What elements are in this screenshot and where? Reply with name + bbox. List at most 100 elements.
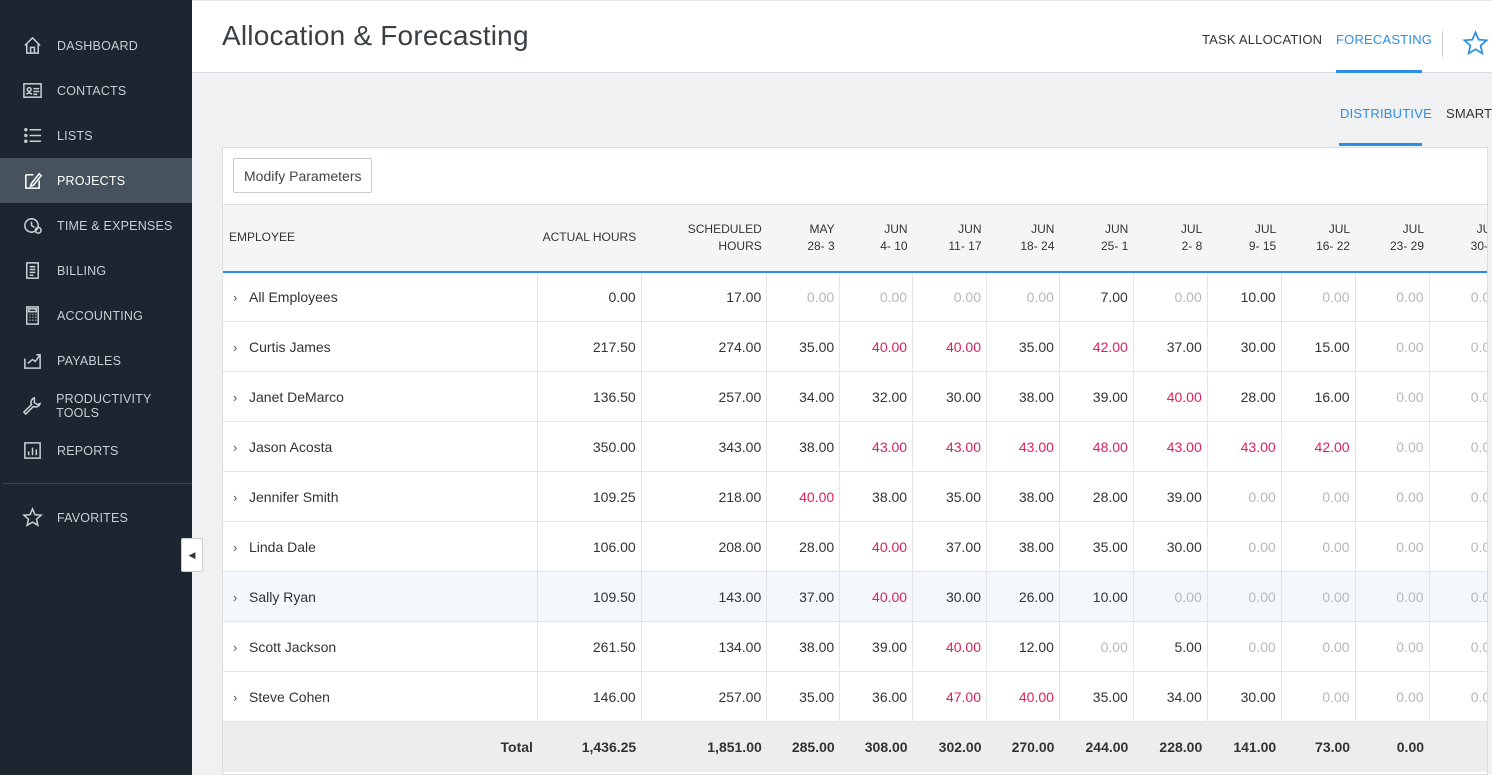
employee-cell[interactable]: › Curtis James	[223, 322, 538, 372]
week-hours-cell[interactable]: 0.00	[1354, 521, 1430, 572]
week-hours-cell[interactable]: 40.00	[839, 521, 913, 572]
week-hours-cell[interactable]: 30.00	[1132, 521, 1208, 572]
employee-cell[interactable]: › Sally Ryan	[223, 572, 538, 622]
week-hours-cell[interactable]: 35.00	[766, 671, 840, 722]
sidebar-item-reports[interactable]: REPORTS	[0, 428, 192, 473]
table-row[interactable]: › All Employees 0.00 17.00 0.00 0.00 0.00 0.00 7…	[223, 271, 1487, 322]
week-hours-cell[interactable]: 36.00	[839, 671, 913, 722]
week-hours-cell[interactable]: 0.00	[1280, 271, 1356, 322]
column-header-actual-hours[interactable]: ACTUAL HOURS	[538, 205, 641, 272]
employee-cell[interactable]: › Jason Acosta	[223, 422, 538, 472]
week-hours-cell[interactable]: 39.00	[1058, 371, 1134, 422]
week-hours-cell[interactable]: 0.00	[1280, 621, 1356, 672]
week-hours-cell[interactable]: 0.00	[1428, 371, 1487, 422]
chevron-right-icon[interactable]: ›	[233, 340, 249, 355]
week-hours-cell[interactable]: 0.00	[1280, 521, 1356, 572]
week-hours-cell[interactable]: 48.00	[1058, 421, 1134, 472]
week-hours-cell[interactable]: 0.00	[1132, 571, 1208, 622]
week-hours-cell[interactable]: 40.00	[1132, 371, 1208, 422]
week-hours-cell[interactable]: 47.00	[912, 671, 987, 722]
week-hours-cell[interactable]: 0.00	[1206, 471, 1282, 522]
employee-cell[interactable]: › Jennifer Smith	[223, 472, 538, 522]
week-hours-cell[interactable]: 38.00	[766, 621, 840, 672]
week-hours-cell[interactable]: 38.00	[986, 371, 1060, 422]
week-hours-cell[interactable]: 43.00	[912, 421, 987, 472]
table-row[interactable]: › Jennifer Smith 109.25 218.00 40.00 38.00 35.…	[223, 471, 1487, 522]
employee-cell[interactable]: › Steve Cohen	[223, 672, 538, 722]
week-hours-cell[interactable]: 35.00	[1058, 671, 1134, 722]
week-hours-cell[interactable]: 0.00	[1058, 621, 1134, 672]
week-hours-cell[interactable]: 34.00	[766, 371, 840, 422]
table-row[interactable]: › Jason Acosta 350.00 343.00 38.00 43.00 43.00…	[223, 421, 1487, 472]
week-hours-cell[interactable]: 0.00	[1428, 321, 1487, 372]
week-hours-cell[interactable]: 16.00	[1280, 371, 1356, 422]
week-hours-cell[interactable]: 10.00	[1058, 571, 1134, 622]
week-hours-cell[interactable]: 0.00	[1280, 671, 1356, 722]
tab-task-allocation[interactable]: TASK ALLOCATION	[1202, 32, 1322, 47]
week-hours-cell[interactable]: 30.00	[912, 371, 987, 422]
week-hours-cell[interactable]: 38.00	[839, 471, 913, 522]
sidebar-item-favorites[interactable]: FAVORITES	[0, 495, 192, 540]
week-hours-cell[interactable]: 30.00	[912, 571, 987, 622]
week-hours-cell[interactable]: 28.00	[1206, 371, 1282, 422]
sidebar-item-billing[interactable]: BILLING	[0, 248, 192, 293]
employee-cell[interactable]: › Janet DeMarco	[223, 372, 538, 422]
week-hours-cell[interactable]: 30.00	[1206, 671, 1282, 722]
week-hours-cell[interactable]: 35.00	[912, 471, 987, 522]
week-hours-cell[interactable]: 12.00	[986, 621, 1060, 672]
week-hours-cell[interactable]: 15.00	[1280, 321, 1356, 372]
week-hours-cell[interactable]: 0.00	[1132, 271, 1208, 322]
table-row[interactable]: › Sally Ryan 109.50 143.00 37.00 40.00 30.00 26…	[223, 571, 1487, 622]
modify-parameters-button[interactable]: Modify Parameters	[233, 158, 373, 193]
sidebar-item-accounting[interactable]: ACCOUNTING	[0, 293, 192, 338]
week-hours-cell[interactable]: 35.00	[986, 321, 1060, 372]
week-hours-cell[interactable]: 0.00	[1354, 621, 1430, 672]
sidebar-collapse-button[interactable]: ◀	[181, 538, 203, 572]
week-hours-cell[interactable]: 0.00	[1354, 271, 1430, 322]
sidebar-item-dashboard[interactable]: DASHBOARD	[0, 23, 192, 68]
week-hours-cell[interactable]: 35.00	[1058, 521, 1134, 572]
chevron-right-icon[interactable]: ›	[233, 440, 249, 455]
week-hours-cell[interactable]: 43.00	[986, 421, 1060, 472]
table-row[interactable]: › Curtis James 217.50 274.00 35.00 40.00 40.00…	[223, 321, 1487, 372]
table-row[interactable]: › Linda Dale 106.00 208.00 28.00 40.00 37.00 38…	[223, 521, 1487, 572]
week-hours-cell[interactable]: 43.00	[1132, 421, 1208, 472]
week-hours-cell[interactable]: 34.00	[1132, 671, 1208, 722]
table-row[interactable]: › Janet DeMarco 136.50 257.00 34.00 32.00 30.0…	[223, 371, 1487, 422]
week-hours-cell[interactable]: 37.00	[912, 521, 987, 572]
week-hours-cell[interactable]: 0.00	[1354, 571, 1430, 622]
week-hours-cell[interactable]: 40.00	[912, 321, 987, 372]
week-hours-cell[interactable]: 0.00	[1428, 621, 1487, 672]
week-hours-cell[interactable]: 0.00	[1280, 471, 1356, 522]
week-hours-cell[interactable]: 37.00	[1132, 321, 1208, 372]
week-hours-cell[interactable]: 0.00	[912, 271, 987, 322]
sidebar-item-productivity-tools[interactable]: PRODUCTIVITY TOOLS	[0, 383, 192, 428]
table-row[interactable]: › Scott Jackson 261.50 134.00 38.00 39.00 40.0…	[223, 621, 1487, 672]
week-hours-cell[interactable]: 0.00	[1428, 271, 1487, 322]
week-hours-cell[interactable]: 7.00	[1058, 271, 1134, 322]
week-hours-cell[interactable]: 32.00	[839, 371, 913, 422]
week-hours-cell[interactable]: 0.00	[766, 271, 840, 322]
chevron-right-icon[interactable]: ›	[233, 390, 249, 405]
week-hours-cell[interactable]: 42.00	[1058, 321, 1134, 372]
week-hours-cell[interactable]: 0.00	[1428, 421, 1487, 472]
week-hours-cell[interactable]: 0.00	[1354, 371, 1430, 422]
week-hours-cell[interactable]: 0.00	[1206, 571, 1282, 622]
sidebar-item-projects[interactable]: PROJECTS	[0, 158, 192, 203]
employee-cell[interactable]: › Linda Dale	[223, 522, 538, 572]
week-hours-cell[interactable]: 40.00	[766, 471, 840, 522]
week-hours-cell[interactable]: 28.00	[766, 521, 840, 572]
week-hours-cell[interactable]: 40.00	[839, 571, 913, 622]
week-hours-cell[interactable]: 0.00	[1206, 521, 1282, 572]
sidebar-item-time-expenses[interactable]: TIME & EXPENSES	[0, 203, 192, 248]
week-hours-cell[interactable]: 26.00	[986, 571, 1060, 622]
week-hours-cell[interactable]: 43.00	[839, 421, 913, 472]
chevron-right-icon[interactable]: ›	[233, 590, 249, 605]
week-hours-cell[interactable]: 42.00	[1280, 421, 1356, 472]
week-hours-cell[interactable]: 0.00	[1354, 421, 1430, 472]
week-hours-cell[interactable]: 35.00	[766, 321, 840, 372]
week-hours-cell[interactable]: 0.00	[1428, 671, 1487, 722]
sidebar-item-payables[interactable]: PAYABLES	[0, 338, 192, 383]
employee-cell[interactable]: › All Employees	[223, 272, 538, 322]
week-hours-cell[interactable]: 40.00	[912, 621, 987, 672]
